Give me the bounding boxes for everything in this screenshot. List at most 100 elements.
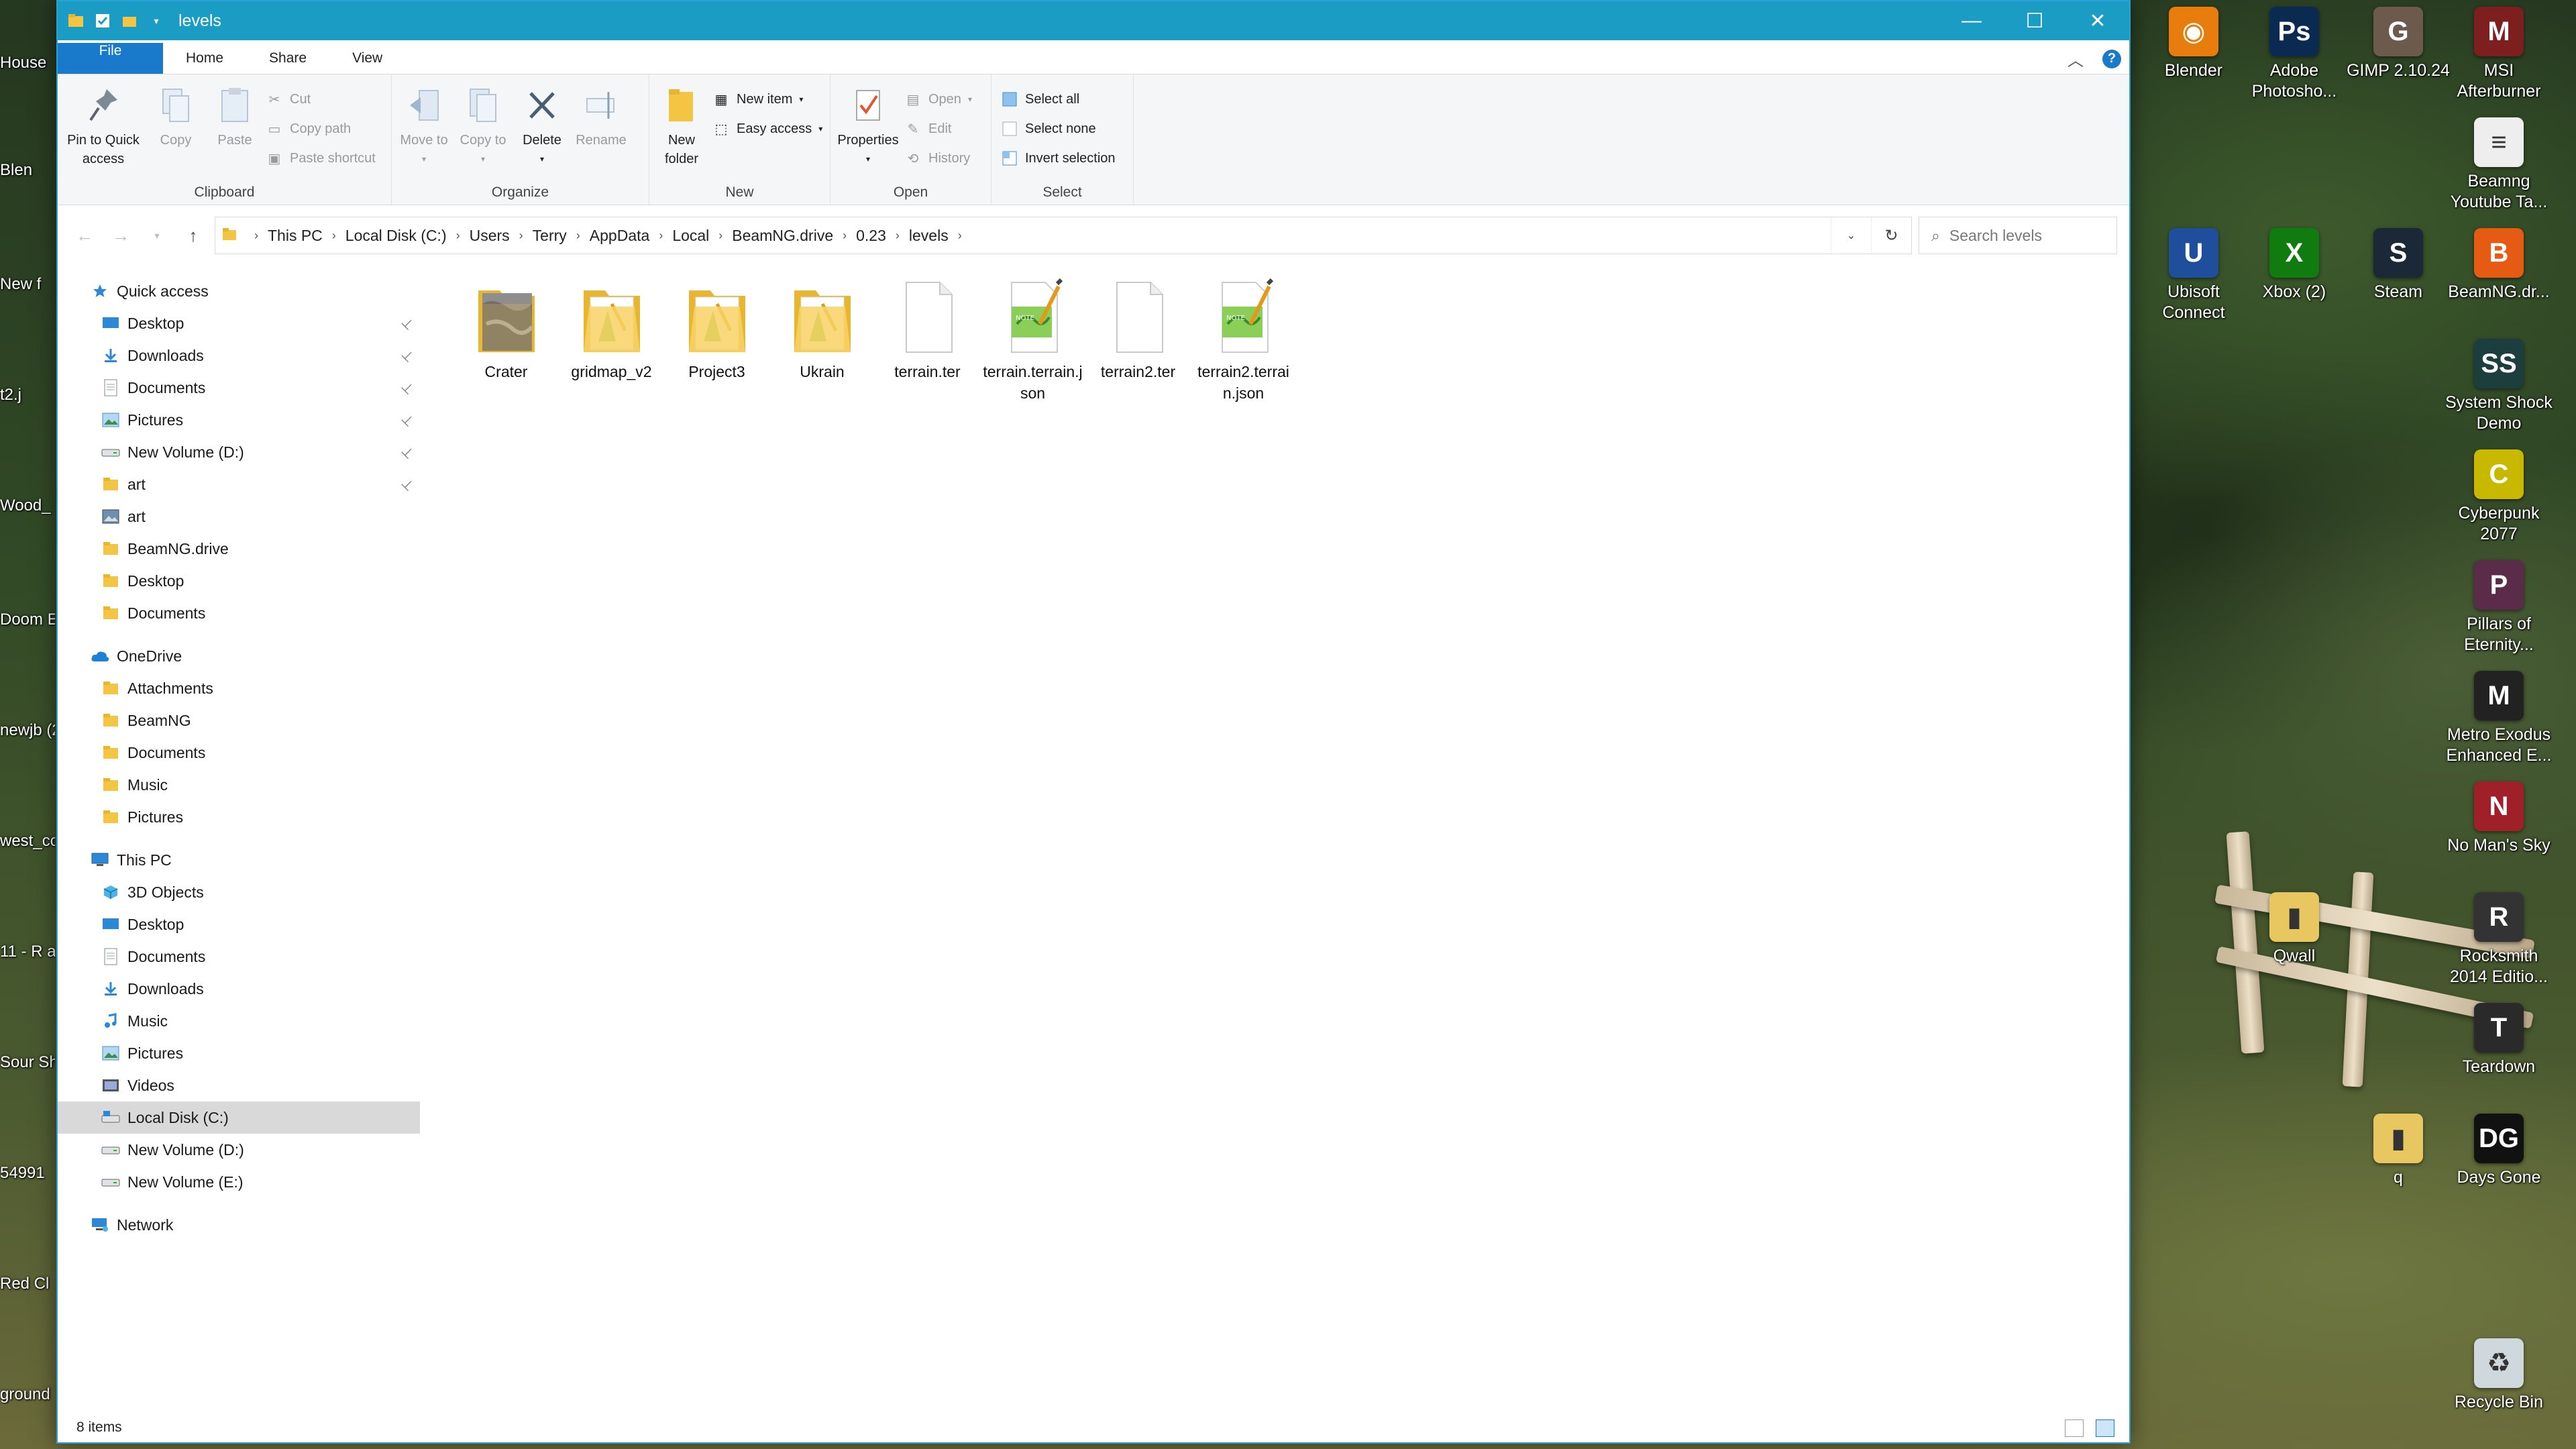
desktop-shortcut-label[interactable]: Blen	[0, 161, 55, 180]
recent-locations-chevron-icon[interactable]: ▾	[142, 221, 172, 250]
nav-item[interactable]: Attachments	[58, 672, 420, 704]
breadcrumb-chevron-icon[interactable]: ›	[456, 229, 460, 243]
nav-item[interactable]: Music	[58, 1005, 420, 1037]
breadcrumb-item[interactable]: Terry	[533, 227, 567, 245]
breadcrumb-chevron-icon[interactable]: ›	[332, 229, 336, 243]
nav-item[interactable]: Downloads ⊥	[58, 339, 420, 372]
nav-quick-access[interactable]: Quick access	[58, 275, 420, 307]
desktop-shortcut[interactable]: ♻ Recycle Bin	[2449, 1338, 2549, 1413]
breadcrumb-chevron-icon[interactable]: ›	[254, 229, 258, 243]
breadcrumb-chevron-icon[interactable]: ›	[843, 229, 847, 243]
desktop-shortcut-label[interactable]: Wood_	[0, 496, 55, 515]
desktop-shortcut[interactable]: T Teardown	[2449, 1003, 2549, 1077]
nav-item[interactable]: art	[58, 500, 420, 533]
easy-access-button[interactable]: ⬚ Easy access ▾	[712, 117, 823, 140]
nav-item[interactable]: Pictures	[58, 1037, 420, 1069]
address-history-chevron-icon[interactable]: ⌄	[1831, 217, 1871, 254]
collapse-ribbon-chevron-icon[interactable]: ︿	[2068, 47, 2084, 70]
nav-network[interactable]: Network	[58, 1209, 420, 1241]
history-button[interactable]: ⟲ History	[904, 147, 972, 170]
desktop-shortcut[interactable]: R Rocksmith 2014 Editio...	[2449, 892, 2549, 987]
nav-item[interactable]: BeamNG.drive	[58, 533, 420, 565]
desktop-shortcut[interactable]: U Ubisoft Connect	[2143, 228, 2244, 323]
large-icons-view-button[interactable]	[2096, 1419, 2114, 1437]
breadcrumb-chevron-icon[interactable]: ›	[576, 229, 580, 243]
title-bar[interactable]: ▾ levels — ☐ ✕	[58, 1, 2129, 40]
breadcrumb-item[interactable]: This PC	[268, 227, 323, 245]
desktop-shortcut-label[interactable]: t2.j	[0, 386, 55, 405]
select-all-button[interactable]: Select all	[1001, 88, 1116, 111]
copy-path-button[interactable]: ▭ Copy path	[266, 117, 376, 140]
open-button[interactable]: ▤ Open ▾	[904, 88, 972, 111]
breadcrumb-item[interactable]: BeamNG.drive	[732, 227, 833, 245]
nav-item[interactable]: Desktop	[58, 565, 420, 597]
new-folder-icon[interactable]	[121, 12, 138, 30]
desktop-shortcut-label[interactable]: ground	[0, 1385, 55, 1404]
desktop-shortcut[interactable]: X Xbox (2)	[2244, 228, 2345, 303]
desktop-shortcut[interactable]: ▮ q	[2348, 1114, 2449, 1188]
nav-item[interactable]: New Volume (D:)	[58, 1134, 420, 1166]
back-button[interactable]: ←	[70, 221, 99, 250]
breadcrumb-item[interactable]: Local	[672, 227, 709, 245]
close-button[interactable]: ✕	[2066, 1, 2129, 40]
desktop-shortcut[interactable]: DG Days Gone	[2449, 1114, 2549, 1188]
forward-button[interactable]: →	[106, 221, 136, 250]
breadcrumb-item[interactable]: AppData	[590, 227, 650, 245]
select-none-button[interactable]: Select none	[1001, 117, 1116, 140]
folder-item[interactable]: gridmap_v2	[559, 275, 664, 404]
desktop-shortcut-label[interactable]: 54991	[0, 1164, 55, 1183]
properties-check-icon[interactable]	[94, 12, 111, 30]
desktop-shortcut-label[interactable]: New f	[0, 275, 55, 294]
breadcrumb-item[interactable]: levels	[909, 227, 949, 245]
nav-item[interactable]: Local Disk (C:)	[58, 1102, 420, 1134]
nav-this-pc[interactable]: This PC	[58, 844, 420, 876]
tab-file[interactable]: File	[58, 43, 163, 74]
help-icon[interactable]: ?	[2102, 49, 2121, 68]
tab-view[interactable]: View	[329, 43, 405, 74]
desktop-shortcut-label[interactable]: 11 - R and Di	[0, 943, 55, 961]
desktop-shortcut[interactable]: G GIMP 2.10.24	[2347, 7, 2450, 81]
desktop-shortcut[interactable]: C Cyberpunk 2077	[2449, 449, 2549, 545]
desktop-shortcut-label[interactable]: Sour Shor	[0, 1053, 55, 1072]
nav-item[interactable]: 3D Objects	[58, 876, 420, 908]
desktop-shortcut[interactable]: Ps Adobe Photosho...	[2244, 7, 2345, 102]
breadcrumb-chevron-icon[interactable]: ›	[659, 229, 663, 243]
nav-onedrive[interactable]: OneDrive	[58, 640, 420, 672]
nav-item[interactable]: BeamNG	[58, 704, 420, 737]
cut-button[interactable]: ✂ Cut	[266, 88, 376, 111]
file-item[interactable]: NOTE terrain2.terrain.json	[1191, 275, 1296, 404]
file-item[interactable]: NOTE terrain.terrain.json	[980, 275, 1085, 404]
customize-toolbar-chevron-icon[interactable]: ▾	[148, 12, 165, 30]
desktop-shortcut-label[interactable]: west_co	[0, 832, 55, 851]
nav-item[interactable]: Music	[58, 769, 420, 801]
minimize-button[interactable]: —	[1940, 1, 2003, 40]
nav-item[interactable]: Documents	[58, 597, 420, 629]
folder-item[interactable]: Crater	[453, 275, 559, 404]
nav-item[interactable]: Desktop ⊥	[58, 307, 420, 339]
nav-item[interactable]: Downloads	[58, 973, 420, 1005]
breadcrumb-item[interactable]: Users	[470, 227, 510, 245]
maximize-button[interactable]: ☐	[2003, 1, 2066, 40]
desktop-shortcut[interactable]: P Pillars of Eternity...	[2449, 560, 2549, 655]
refresh-icon[interactable]: ↻	[1871, 217, 1911, 254]
address-bar[interactable]: › This PC › Local Disk (C:) › Users › Terry › App…	[215, 217, 1912, 254]
desktop-shortcut[interactable]: B BeamNG.dr...	[2448, 228, 2550, 303]
desktop-shortcut-label[interactable]: House	[0, 54, 55, 72]
desktop-shortcut-label[interactable]: Doom E - Pl	[0, 610, 55, 629]
nav-item[interactable]: art ⊥	[58, 468, 420, 500]
nav-item[interactable]: New Volume (E:)	[58, 1166, 420, 1198]
tab-share[interactable]: Share	[246, 43, 329, 74]
breadcrumb-item[interactable]: 0.23	[856, 227, 886, 245]
details-view-button[interactable]	[2065, 1419, 2084, 1437]
folder-item[interactable]: Project3	[664, 275, 769, 404]
edit-button[interactable]: ✎ Edit	[904, 117, 972, 140]
desktop-shortcut[interactable]: SS System Shock Demo	[2445, 339, 2553, 434]
nav-item[interactable]: Documents	[58, 941, 420, 973]
breadcrumb-item[interactable]: Local Disk (C:)	[345, 227, 447, 245]
desktop-shortcut[interactable]: M Metro Exodus Enhanced E...	[2446, 671, 2552, 766]
nav-item[interactable]: New Volume (D:) ⊥	[58, 436, 420, 468]
desktop-shortcut[interactable]: M MSI Afterburner	[2449, 7, 2549, 102]
nav-item[interactable]: Documents ⊥	[58, 372, 420, 404]
invert-selection-button[interactable]: Invert selection	[1001, 147, 1116, 170]
nav-item[interactable]: Videos	[58, 1069, 420, 1102]
